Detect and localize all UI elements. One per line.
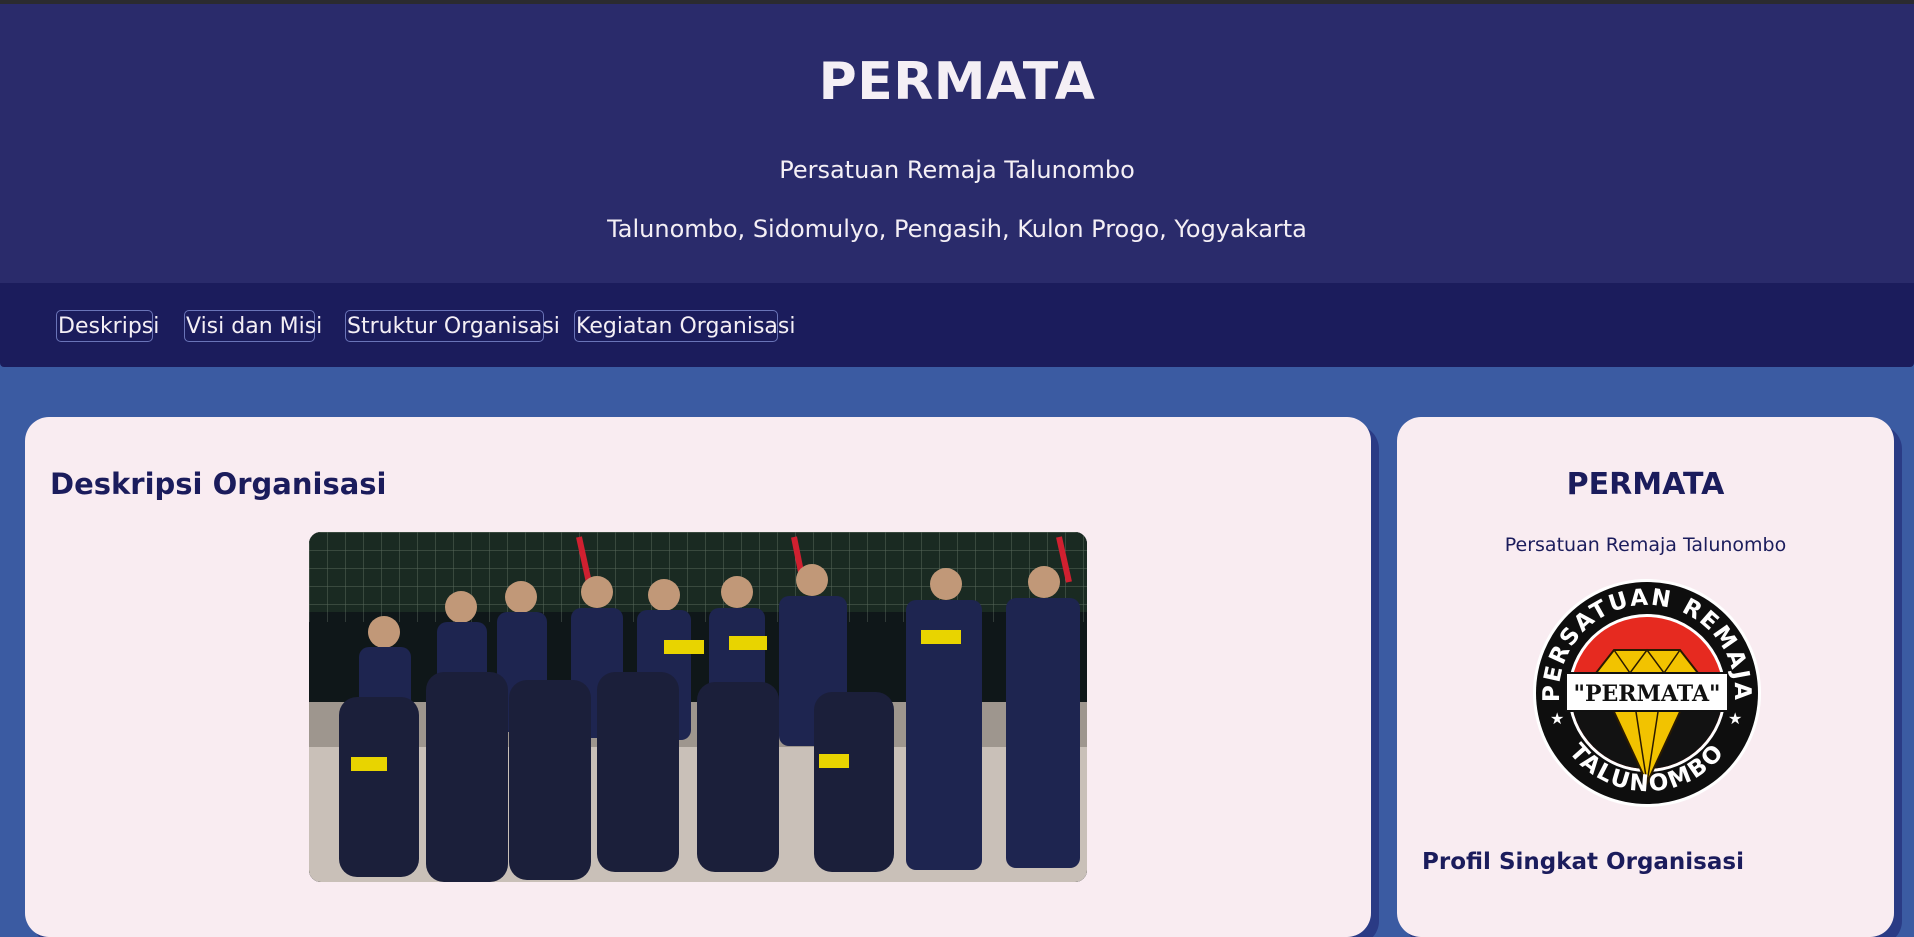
- description-card: Deskripsi Organisasi: [25, 417, 1371, 937]
- sidebar-subtitle: Persatuan Remaja Talunombo: [1504, 534, 1787, 556]
- team-photo: [309, 532, 1087, 882]
- sidebar-card: PERMATA Persatuan Remaja Talunombo "PERM…: [1397, 417, 1894, 937]
- organization-logo: "PERMATA" PERSATUAN REMAJA TALUNOMBO ★ ★: [1532, 578, 1762, 808]
- site-address: Talunombo, Sidomulyo, Pengasih, Kulon Pr…: [607, 215, 1307, 243]
- nav-link-struktur-organisasi[interactable]: Struktur Organisasi: [345, 310, 560, 342]
- nav-link-kegiatan-organisasi[interactable]: Kegiatan Organisasi: [574, 310, 795, 342]
- svg-text:★: ★: [1550, 709, 1564, 728]
- svg-text:★: ★: [1728, 709, 1742, 728]
- site-header: PERMATA Persatuan Remaja Talunombo Talun…: [0, 4, 1914, 283]
- nav-link-deskripsi[interactable]: Deskripsi: [56, 310, 159, 342]
- section-title: Deskripsi Organisasi: [50, 467, 387, 501]
- nav-link-visi-misi[interactable]: Visi dan Misi: [184, 310, 322, 342]
- site-title: PERMATA: [818, 52, 1096, 112]
- main-nav: Deskripsi Visi dan Misi Struktur Organis…: [0, 283, 1914, 367]
- site-subtitle: Persatuan Remaja Talunombo: [779, 156, 1135, 184]
- logo-text-center: "PERMATA": [1574, 681, 1721, 707]
- sidebar-title: PERMATA: [1566, 467, 1725, 502]
- sidebar-section-heading: Profil Singkat Organisasi: [1422, 849, 1744, 875]
